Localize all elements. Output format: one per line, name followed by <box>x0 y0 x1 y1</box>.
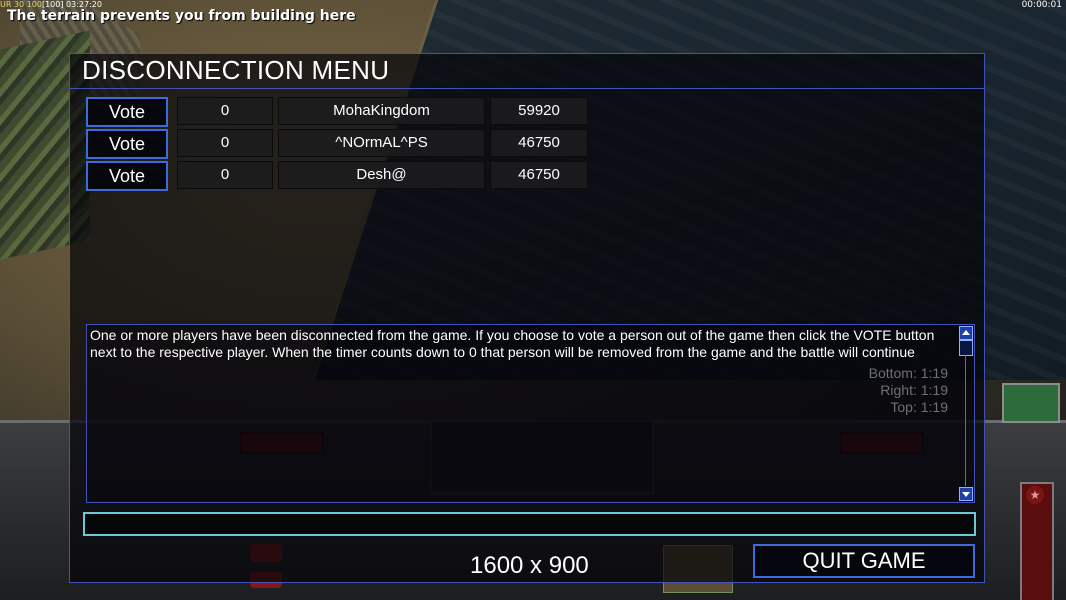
player-timer: 0 <box>177 97 273 125</box>
message-box: One or more players have been disconnect… <box>86 324 975 503</box>
game-clock: 00:00:01 <box>1021 0 1062 10</box>
overlay-bottom: Bottom: 1:19 <box>868 365 948 381</box>
vote-button[interactable]: Vote <box>86 129 168 159</box>
vote-button[interactable]: Vote <box>86 161 168 191</box>
status-message: The terrain prevents you from building h… <box>7 8 356 24</box>
player-timer: 0 <box>177 129 273 157</box>
player-name: Desh@ <box>278 161 485 189</box>
vote-button[interactable]: Vote <box>86 97 168 127</box>
scroll-down-icon[interactable] <box>959 487 973 501</box>
scroll-thumb[interactable] <box>959 340 973 356</box>
scroll-up-icon[interactable] <box>959 326 973 340</box>
scroll-track-line <box>965 355 966 486</box>
message-scrollbar[interactable] <box>958 325 974 502</box>
player-timer: 0 <box>177 161 273 189</box>
player-score: 46750 <box>490 161 588 189</box>
overlay-top: Top: 1:19 <box>890 399 948 415</box>
menu-title: DISCONNECTION MENU <box>82 55 390 85</box>
player-name: ^NOrmAL^PS <box>278 129 485 157</box>
player-name: MohaKingdom <box>278 97 485 125</box>
title-divider <box>70 88 984 89</box>
disconnection-menu: DISCONNECTION MENU Vote 0 MohaKingdom 59… <box>69 53 985 583</box>
disconnect-message: One or more players have been disconnect… <box>90 327 935 360</box>
player-score: 46750 <box>490 129 588 157</box>
quit-game-button[interactable]: QUIT GAME <box>753 544 975 578</box>
star-icon: ★ <box>1026 486 1044 504</box>
minimap <box>1002 383 1060 423</box>
background-overlay-text: Bottom: 1:19 Right: 1:19 Top: 1:19 <box>869 365 948 416</box>
resolution-label: 1600 x 900 <box>470 552 589 579</box>
player-score: 59920 <box>490 97 588 125</box>
overlay-right: Right: 1:19 <box>880 382 948 398</box>
chat-input[interactable] <box>83 512 976 536</box>
